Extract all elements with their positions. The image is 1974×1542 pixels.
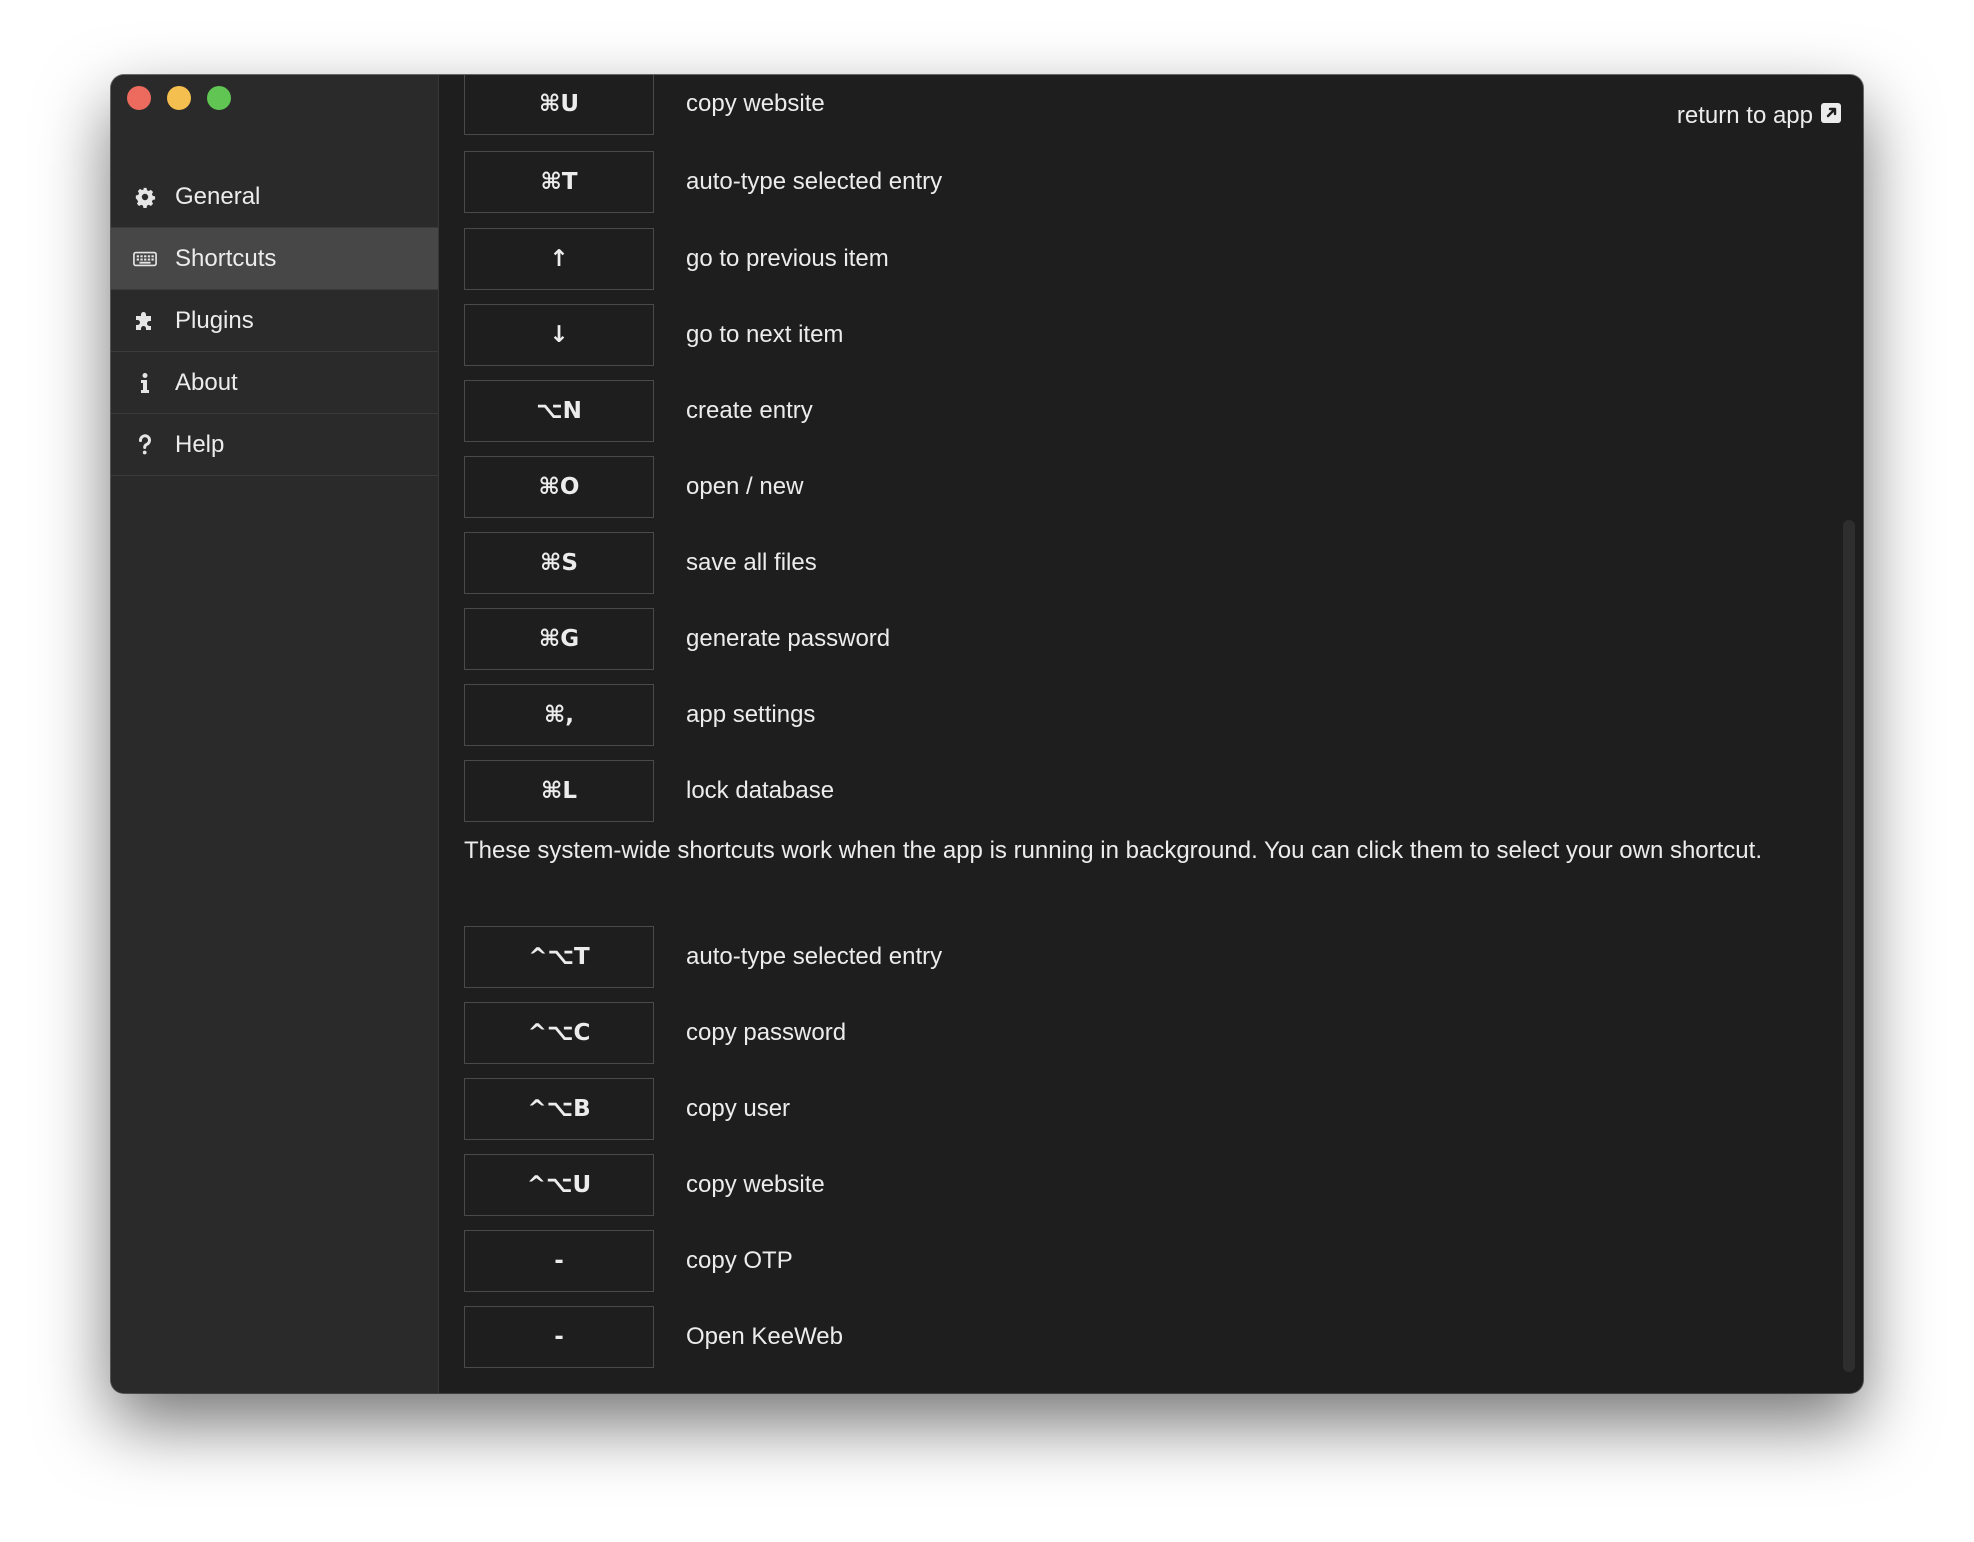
- shortcut-row: ⌘T auto-type selected entry: [464, 151, 942, 213]
- sidebar-item-label: General: [175, 182, 261, 210]
- shortcut-row: ⌘O open / new: [464, 456, 803, 518]
- shortcut-key: ↑: [464, 228, 654, 290]
- global-shortcut-row: ^⌥C copy password: [464, 1002, 846, 1064]
- shortcut-description: open / new: [686, 473, 804, 500]
- shortcut-description: save all files: [686, 549, 817, 576]
- shortcut-key: ⌘T: [464, 151, 654, 213]
- shortcut-row: ⌘S save all files: [464, 532, 817, 594]
- keyboard-icon: [133, 247, 157, 271]
- shortcut-row: ⌥N create entry: [464, 380, 813, 442]
- global-shortcut-key[interactable]: ^⌥C: [464, 1002, 654, 1064]
- shortcut-key: ↓: [464, 304, 654, 366]
- sidebar-item-help[interactable]: Help: [111, 414, 438, 476]
- window-controls: [127, 86, 231, 110]
- global-shortcut-key[interactable]: ^⌥T: [464, 926, 654, 988]
- external-link-icon: [1821, 102, 1841, 130]
- global-shortcut-row: ^⌥U copy website: [464, 1154, 825, 1216]
- shortcut-description: copy user: [686, 1095, 791, 1122]
- info-icon: [133, 371, 157, 395]
- return-to-app-link[interactable]: return to app: [1677, 102, 1841, 130]
- sidebar-item-label: Plugins: [175, 306, 254, 334]
- question-icon: [133, 433, 157, 457]
- sidebar-item-label: About: [175, 368, 238, 396]
- shortcut-key: ⌘O: [464, 456, 654, 518]
- sidebar-item-about[interactable]: About: [111, 352, 438, 414]
- global-shortcut-key[interactable]: ^⌥U: [464, 1154, 654, 1216]
- shortcut-description: copy website: [686, 1171, 825, 1198]
- shortcuts-content: return to app ⌘U copy website ⌘T auto-ty…: [439, 75, 1863, 1393]
- global-shortcut-key[interactable]: -: [464, 1306, 654, 1368]
- puzzle-icon: [133, 309, 157, 333]
- shortcut-key: ⌥N: [464, 380, 654, 442]
- shortcut-description: lock database: [686, 777, 835, 804]
- close-button[interactable]: [127, 86, 151, 110]
- global-shortcut-row: ^⌥B copy user: [464, 1078, 790, 1140]
- maximize-button[interactable]: [207, 86, 231, 110]
- shortcut-description: copy website: [686, 90, 825, 117]
- global-shortcut-key[interactable]: ^⌥B: [464, 1078, 654, 1140]
- global-shortcut-row: - Open KeeWeb: [464, 1306, 843, 1368]
- gear-icon: [133, 185, 157, 209]
- shortcut-row: ⌘, app settings: [464, 684, 815, 746]
- shortcut-row: ↓ go to next item: [464, 304, 843, 366]
- shortcut-description: go to previous item: [686, 245, 889, 272]
- shortcut-row: ⌘U copy website: [464, 75, 825, 135]
- sidebar-item-shortcuts[interactable]: Shortcuts: [111, 228, 438, 290]
- shortcut-key: ⌘U: [464, 75, 654, 135]
- global-shortcut-row: - copy OTP: [464, 1230, 793, 1292]
- shortcut-description: generate password: [686, 625, 891, 652]
- return-to-app-label: return to app: [1676, 102, 1813, 129]
- shortcut-description: copy OTP: [686, 1247, 793, 1274]
- sidebar-item-label: Help: [175, 430, 225, 458]
- settings-nav: General Shortcuts Plugins About Help: [111, 166, 438, 476]
- shortcut-description: Open KeeWeb: [686, 1323, 843, 1350]
- sidebar: General Shortcuts Plugins About Help: [111, 75, 439, 1393]
- shortcut-description: create entry: [686, 397, 813, 424]
- shortcut-row: ⌘G generate password: [464, 608, 890, 670]
- shortcut-description: app settings: [686, 701, 816, 728]
- app-window: General Shortcuts Plugins About Help ret…: [111, 75, 1863, 1393]
- shortcut-key: ⌘,: [464, 684, 654, 746]
- shortcut-key: ⌘L: [464, 760, 654, 822]
- scrollbar[interactable]: [1843, 520, 1855, 1372]
- global-shortcut-key[interactable]: -: [464, 1230, 654, 1292]
- minimize-button[interactable]: [167, 86, 191, 110]
- shortcut-description: auto-type selected entry: [686, 943, 943, 970]
- shortcut-row: ⌘L lock database: [464, 760, 834, 822]
- shortcut-description: go to next item: [686, 321, 844, 348]
- shortcut-row: ↑ go to previous item: [464, 228, 889, 290]
- shortcut-key: ⌘G: [464, 608, 654, 670]
- global-shortcuts-note: These system-wide shortcuts work when th…: [464, 837, 1762, 864]
- global-shortcut-row: ^⌥T auto-type selected entry: [464, 926, 942, 988]
- shortcut-description: auto-type selected entry: [686, 168, 943, 195]
- sidebar-item-plugins[interactable]: Plugins: [111, 290, 438, 352]
- sidebar-item-label: Shortcuts: [175, 244, 277, 272]
- shortcut-key: ⌘S: [464, 532, 654, 594]
- shortcut-description: copy password: [686, 1019, 847, 1046]
- sidebar-item-general[interactable]: General: [111, 166, 438, 228]
